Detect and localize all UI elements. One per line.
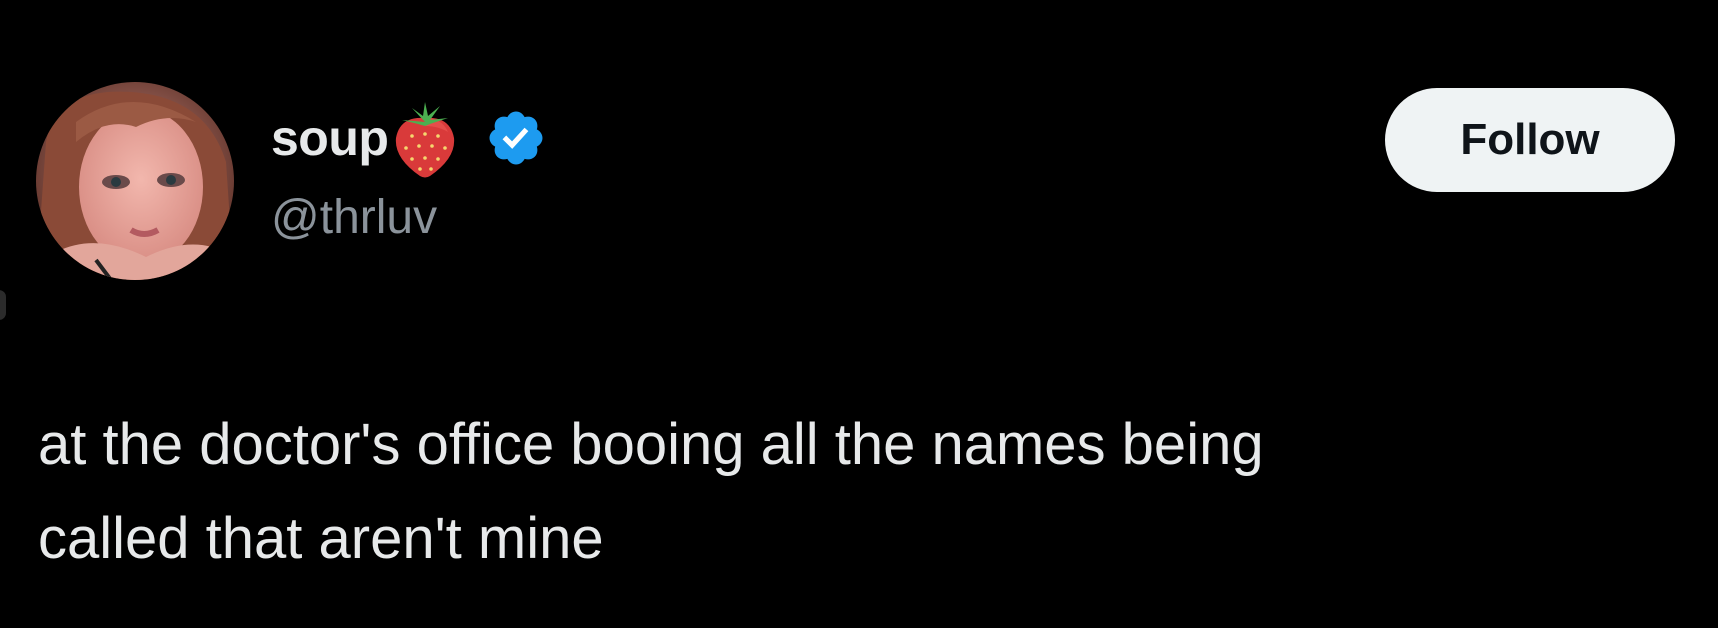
strawberry-icon (390, 96, 460, 180)
tweet-text: at the doctor's office booing all the na… (38, 398, 1678, 586)
follow-button[interactable]: Follow (1385, 88, 1675, 192)
tweet-card: soup @thrluv Follow at the doctor's offi… (0, 0, 1718, 628)
display-name[interactable]: soup (271, 109, 389, 167)
user-name-row: soup (271, 96, 547, 180)
avatar-image (36, 82, 234, 280)
partial-edge-element (0, 290, 6, 320)
tweet-text-line: called that aren't mine (38, 506, 604, 571)
verified-badge-icon[interactable] (485, 107, 547, 169)
tweet-text-line: at the doctor's office booing all the na… (38, 412, 1264, 477)
user-handle[interactable]: @thrluv (271, 190, 437, 245)
avatar[interactable] (36, 82, 234, 280)
